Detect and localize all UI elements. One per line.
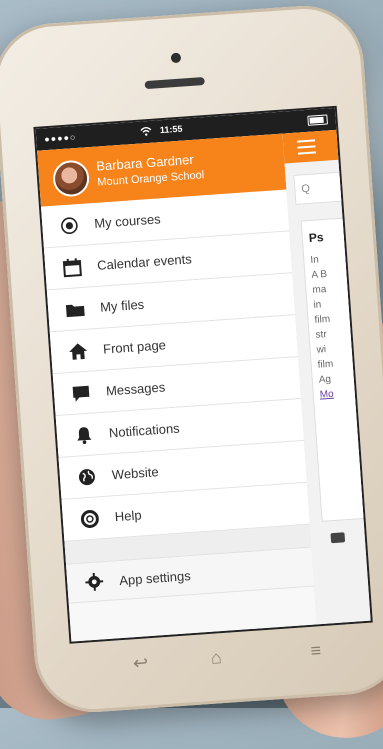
drawer-menu: My courses Calendar events My files Fron… bbox=[40, 189, 315, 604]
card-line: ma bbox=[312, 283, 327, 296]
home-icon bbox=[63, 341, 94, 361]
menu-label: Website bbox=[111, 464, 160, 483]
earpiece-speaker bbox=[144, 76, 205, 90]
gear-icon bbox=[79, 572, 110, 592]
home-key-icon[interactable]: ⌂ bbox=[210, 647, 222, 669]
front-camera bbox=[170, 52, 182, 64]
search-field[interactable]: Q bbox=[293, 171, 346, 205]
menu-label: My courses bbox=[93, 211, 162, 231]
menu-label: Help bbox=[114, 507, 143, 525]
card-line: str bbox=[315, 329, 328, 341]
card-line: film bbox=[314, 313, 331, 326]
card-link[interactable]: Mo bbox=[319, 387, 354, 401]
wifi-icon bbox=[140, 126, 153, 139]
menu-label: App settings bbox=[118, 567, 192, 588]
avatar bbox=[51, 159, 91, 198]
card-line: Ag bbox=[318, 373, 332, 386]
globe-icon bbox=[71, 467, 102, 487]
briefcase-icon[interactable] bbox=[330, 532, 346, 544]
menu-label: Front page bbox=[102, 337, 167, 357]
bell-icon bbox=[68, 425, 99, 445]
calendar-icon bbox=[57, 256, 88, 278]
menu-key-icon[interactable]: ≡ bbox=[310, 640, 322, 662]
folder-icon bbox=[60, 300, 91, 318]
lifebuoy-icon bbox=[74, 508, 105, 528]
menu-label: Messages bbox=[105, 379, 166, 399]
status-time: 11:55 bbox=[159, 123, 183, 136]
app-screen: ●●●●○ 11:55 Barbara Gardner Mount Orange… bbox=[33, 105, 373, 644]
signal-indicator: ●●●●○ bbox=[43, 132, 77, 145]
chat-icon bbox=[65, 383, 96, 403]
card-title: Ps bbox=[308, 230, 324, 246]
card-line: in bbox=[313, 299, 322, 311]
card-line: In bbox=[310, 254, 320, 266]
top-bar bbox=[282, 129, 339, 164]
phone-device: ●●●●○ 11:55 Barbara Gardner Mount Orange… bbox=[0, 1, 383, 717]
menu-label: Calendar events bbox=[96, 251, 193, 273]
menu-label: My files bbox=[99, 296, 145, 315]
battery-icon bbox=[307, 114, 328, 126]
side-drawer: Barbara Gardner Mount Orange School My c… bbox=[37, 133, 318, 642]
card-line: A B bbox=[311, 268, 328, 281]
menu-label: Notifications bbox=[108, 420, 181, 441]
target-icon bbox=[54, 215, 85, 235]
back-key-icon[interactable]: ↩ bbox=[132, 652, 149, 674]
card-line: wi bbox=[316, 344, 327, 356]
hamburger-menu-icon[interactable] bbox=[297, 139, 316, 155]
course-card[interactable]: Ps In A B ma in film str wi film Ag Mo bbox=[300, 217, 370, 522]
card-line: film bbox=[317, 358, 334, 371]
